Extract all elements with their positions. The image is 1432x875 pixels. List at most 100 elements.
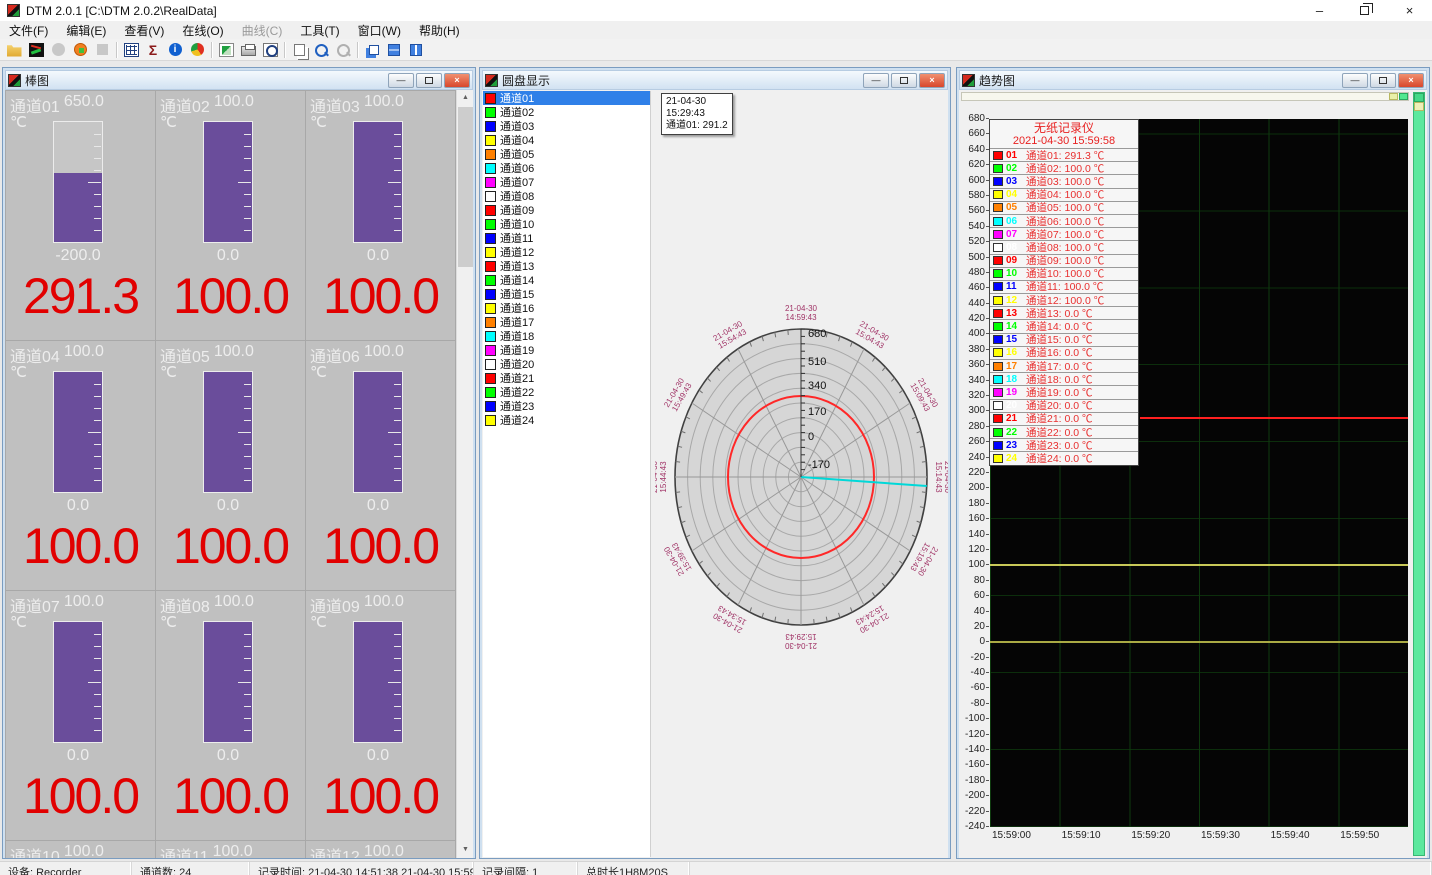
channel-list-item[interactable]: 通道24 (483, 413, 650, 427)
export-button[interactable] (215, 40, 237, 60)
legend-channel-number: 10 (1006, 268, 1022, 279)
legend-row: 19通道19: 0.0 ℃ (990, 385, 1138, 398)
legend-row: 12通道12: 100.0 ℃ (990, 293, 1138, 306)
hscroll-handle[interactable] (1389, 93, 1398, 100)
disk-display-titlebar[interactable]: 圆盘显示 — × (482, 70, 948, 90)
open-icon (7, 43, 22, 57)
channel-list-item[interactable]: 通道03 (483, 119, 650, 133)
pie-button[interactable] (186, 40, 208, 60)
gauge-tick (94, 456, 101, 457)
legend-channel-number: 16 (1006, 347, 1022, 358)
channel-list-item[interactable]: 通道01 (483, 91, 650, 105)
channel-list-item[interactable]: 通道04 (483, 133, 650, 147)
bar-window-scrollbar[interactable]: ▲ ▼ (456, 90, 473, 858)
y-axis-tick: 460 (959, 283, 985, 293)
preview-button[interactable] (259, 40, 281, 60)
restore-icon[interactable] (1342, 0, 1387, 22)
channel-color-swatch (485, 261, 496, 272)
menu-item-在线(O)[interactable]: 在线(O) (173, 22, 232, 39)
channel-list-item[interactable]: 通道10 (483, 217, 650, 231)
child-minimize-icon[interactable]: — (863, 73, 889, 88)
zoom-button[interactable] (310, 40, 332, 60)
legend-row: 02通道02: 100.0 ℃ (990, 161, 1138, 174)
menu-item-帮助(H)[interactable]: 帮助(H) (410, 22, 469, 39)
trend-horizontal-scrollbar[interactable] (961, 92, 1409, 101)
channel-list-item[interactable]: 通道13 (483, 259, 650, 273)
hscroll-handle[interactable] (1399, 93, 1408, 100)
vscroll-handle[interactable] (1414, 102, 1424, 111)
channel-list-item[interactable]: 通道19 (483, 343, 650, 357)
copy-button[interactable] (288, 40, 310, 60)
channel-list-item[interactable]: 通道02 (483, 105, 650, 119)
gauge-tick (244, 646, 251, 647)
channel-color-swatch (485, 219, 496, 230)
sigma-button[interactable]: Σ (142, 40, 164, 60)
legend-color-swatch (993, 230, 1003, 239)
channel-color-swatch (485, 275, 496, 286)
channel-list-item[interactable]: 通道14 (483, 273, 650, 287)
trend-vertical-scrollbar[interactable] (1413, 92, 1425, 856)
child-close-icon[interactable]: × (1398, 73, 1424, 88)
channel-list-item[interactable]: 通道16 (483, 301, 650, 315)
tilev-button[interactable] (405, 40, 427, 60)
child-maximize-icon[interactable] (891, 73, 917, 88)
child-close-icon[interactable]: × (444, 73, 470, 88)
info-button[interactable]: i (164, 40, 186, 60)
channel-list-item[interactable]: 通道05 (483, 147, 650, 161)
channel-list-item[interactable]: 通道17 (483, 315, 650, 329)
menu-item-查看(V)[interactable]: 查看(V) (115, 22, 173, 39)
channel-list-item[interactable]: 通道06 (483, 161, 650, 175)
close-icon[interactable]: × (1387, 0, 1432, 22)
y-axis-tick: -100 (959, 714, 985, 724)
channel-list-item[interactable]: 通道22 (483, 385, 650, 399)
channel-list-item[interactable]: 通道07 (483, 175, 650, 189)
x-axis-tick: 15:59:40 (1271, 830, 1310, 841)
table-button[interactable] (120, 40, 142, 60)
child-close-icon[interactable]: × (919, 73, 945, 88)
channel-list-item[interactable]: 通道08 (483, 189, 650, 203)
gauge-tick (244, 456, 251, 457)
child-maximize-icon[interactable] (1370, 73, 1396, 88)
scroll-down-icon[interactable]: ▼ (457, 842, 473, 858)
menu-item-编辑(E)[interactable]: 编辑(E) (57, 22, 115, 39)
legend-row: 14通道14: 0.0 ℃ (990, 319, 1138, 332)
bar-graph-titlebar[interactable]: 棒图 — × (5, 70, 473, 90)
record-button[interactable] (69, 40, 91, 60)
channel-list-item[interactable]: 通道18 (483, 329, 650, 343)
menu-item-工具(T)[interactable]: 工具(T) (291, 22, 348, 39)
channel-list-item[interactable]: 通道20 (483, 357, 650, 371)
channel-list-item[interactable]: 通道23 (483, 399, 650, 413)
legend-channel-number: 09 (1006, 255, 1022, 266)
vscroll-handle[interactable] (1414, 93, 1424, 102)
channel-list-item[interactable]: 通道21 (483, 371, 650, 385)
open-button[interactable] (3, 40, 25, 60)
child-maximize-icon[interactable] (416, 73, 442, 88)
channel-list-item[interactable]: 通道12 (483, 245, 650, 259)
curvefile-button[interactable] (25, 40, 47, 60)
channel-list-item[interactable]: 通道09 (483, 203, 650, 217)
child-minimize-icon[interactable]: — (1342, 73, 1368, 88)
channel-list-item[interactable]: 通道15 (483, 287, 650, 301)
menu-item-窗口(W)[interactable]: 窗口(W) (349, 22, 410, 39)
scale-min-value: 0.0 (178, 747, 278, 765)
tileh-button[interactable] (383, 40, 405, 60)
menu-item-文件(F)[interactable]: 文件(F) (0, 22, 57, 39)
channel-list-item[interactable]: 通道11 (483, 231, 650, 245)
legend-color-swatch (993, 362, 1003, 371)
pie-icon (191, 43, 204, 56)
scrollbar-thumb[interactable] (458, 107, 473, 267)
scroll-up-icon[interactable]: ▲ (457, 90, 473, 106)
tilev-icon (410, 44, 422, 56)
channel-color-swatch (485, 289, 496, 300)
minimize-icon[interactable]: – (1297, 0, 1342, 22)
trend-chart-titlebar[interactable]: 趋势图 — × (959, 70, 1427, 90)
gauge-tick (394, 694, 401, 695)
channel-color-swatch (485, 205, 496, 216)
y-axis-tick: 640 (959, 145, 985, 155)
child-minimize-icon[interactable]: — (388, 73, 414, 88)
print-button[interactable] (237, 40, 259, 60)
legend-color-swatch (993, 217, 1003, 226)
gauge-tick (394, 384, 401, 385)
y-axis-tick: 440 (959, 299, 985, 309)
cascade-button[interactable] (361, 40, 383, 60)
